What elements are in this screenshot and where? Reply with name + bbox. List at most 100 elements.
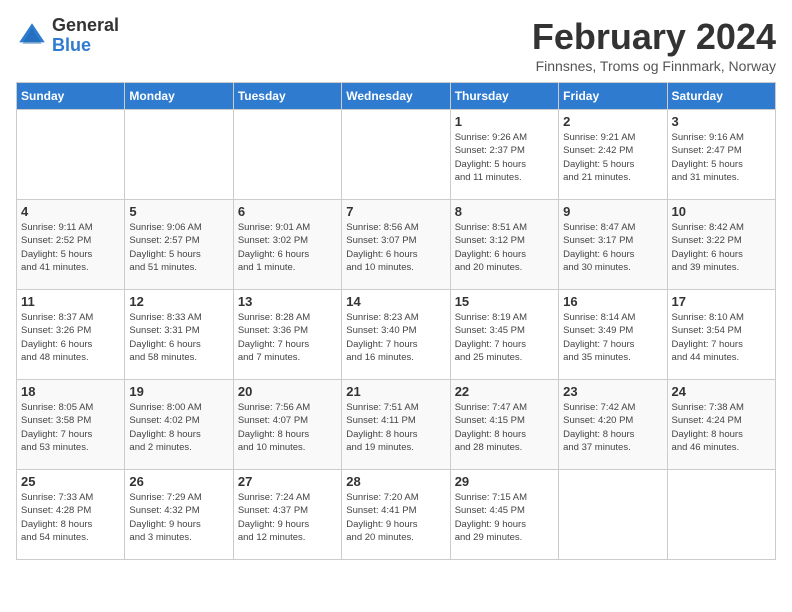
calendar-cell (667, 470, 775, 560)
logo-general-text: General (52, 16, 119, 36)
day-number: 11 (21, 294, 120, 309)
day-number: 3 (672, 114, 771, 129)
calendar-week-row: 1 Sunrise: 9:26 AM Sunset: 2:37 PM Daylig… (17, 110, 776, 200)
day-info: Sunrise: 8:56 AM Sunset: 3:07 PM Dayligh… (346, 221, 445, 274)
day-number: 4 (21, 204, 120, 219)
calendar-cell: 7 Sunrise: 8:56 AM Sunset: 3:07 PM Daylig… (342, 200, 450, 290)
calendar-cell: 22 Sunrise: 7:47 AM Sunset: 4:15 PM Dayli… (450, 380, 558, 470)
logo: General Blue (16, 16, 119, 56)
day-number: 12 (129, 294, 228, 309)
day-info: Sunrise: 8:28 AM Sunset: 3:36 PM Dayligh… (238, 311, 337, 364)
day-info: Sunrise: 7:56 AM Sunset: 4:07 PM Dayligh… (238, 401, 337, 454)
day-info: Sunrise: 7:20 AM Sunset: 4:41 PM Dayligh… (346, 491, 445, 544)
header-row: SundayMondayTuesdayWednesdayThursdayFrid… (17, 83, 776, 110)
calendar-header: SundayMondayTuesdayWednesdayThursdayFrid… (17, 83, 776, 110)
logo-icon (16, 20, 48, 52)
logo-blue-text: Blue (52, 36, 119, 56)
calendar-cell: 18 Sunrise: 8:05 AM Sunset: 3:58 PM Dayli… (17, 380, 125, 470)
day-info: Sunrise: 7:47 AM Sunset: 4:15 PM Dayligh… (455, 401, 554, 454)
calendar-cell: 5 Sunrise: 9:06 AM Sunset: 2:57 PM Daylig… (125, 200, 233, 290)
calendar-cell: 24 Sunrise: 7:38 AM Sunset: 4:24 PM Dayli… (667, 380, 775, 470)
day-info: Sunrise: 9:26 AM Sunset: 2:37 PM Dayligh… (455, 131, 554, 184)
day-info: Sunrise: 7:29 AM Sunset: 4:32 PM Dayligh… (129, 491, 228, 544)
day-info: Sunrise: 8:37 AM Sunset: 3:26 PM Dayligh… (21, 311, 120, 364)
day-number: 5 (129, 204, 228, 219)
day-of-week-header: Tuesday (233, 83, 341, 110)
day-info: Sunrise: 8:00 AM Sunset: 4:02 PM Dayligh… (129, 401, 228, 454)
day-info: Sunrise: 9:16 AM Sunset: 2:47 PM Dayligh… (672, 131, 771, 184)
day-number: 14 (346, 294, 445, 309)
calendar-cell (233, 110, 341, 200)
day-number: 8 (455, 204, 554, 219)
header: General Blue February 2024 Finnsnes, Tro… (16, 16, 776, 74)
day-info: Sunrise: 8:14 AM Sunset: 3:49 PM Dayligh… (563, 311, 662, 364)
day-info: Sunrise: 8:19 AM Sunset: 3:45 PM Dayligh… (455, 311, 554, 364)
title-section: February 2024 Finnsnes, Troms og Finnmar… (532, 16, 776, 74)
day-number: 28 (346, 474, 445, 489)
day-number: 27 (238, 474, 337, 489)
day-info: Sunrise: 8:05 AM Sunset: 3:58 PM Dayligh… (21, 401, 120, 454)
day-of-week-header: Thursday (450, 83, 558, 110)
calendar-cell (559, 470, 667, 560)
calendar-cell: 1 Sunrise: 9:26 AM Sunset: 2:37 PM Daylig… (450, 110, 558, 200)
day-number: 29 (455, 474, 554, 489)
calendar-cell: 8 Sunrise: 8:51 AM Sunset: 3:12 PM Daylig… (450, 200, 558, 290)
calendar-cell: 4 Sunrise: 9:11 AM Sunset: 2:52 PM Daylig… (17, 200, 125, 290)
day-info: Sunrise: 8:10 AM Sunset: 3:54 PM Dayligh… (672, 311, 771, 364)
day-info: Sunrise: 9:11 AM Sunset: 2:52 PM Dayligh… (21, 221, 120, 274)
calendar-week-row: 18 Sunrise: 8:05 AM Sunset: 3:58 PM Dayli… (17, 380, 776, 470)
day-number: 10 (672, 204, 771, 219)
calendar-cell: 13 Sunrise: 8:28 AM Sunset: 3:36 PM Dayli… (233, 290, 341, 380)
calendar-cell: 14 Sunrise: 8:23 AM Sunset: 3:40 PM Dayli… (342, 290, 450, 380)
day-info: Sunrise: 9:21 AM Sunset: 2:42 PM Dayligh… (563, 131, 662, 184)
day-of-week-header: Wednesday (342, 83, 450, 110)
day-info: Sunrise: 9:06 AM Sunset: 2:57 PM Dayligh… (129, 221, 228, 274)
calendar-cell: 15 Sunrise: 8:19 AM Sunset: 3:45 PM Dayli… (450, 290, 558, 380)
day-number: 16 (563, 294, 662, 309)
day-of-week-header: Sunday (17, 83, 125, 110)
day-number: 24 (672, 384, 771, 399)
calendar-cell: 27Sunrise: 7:24 AM Sunset: 4:37 PM Dayli… (233, 470, 341, 560)
calendar-cell: 3 Sunrise: 9:16 AM Sunset: 2:47 PM Daylig… (667, 110, 775, 200)
day-info: Sunrise: 8:42 AM Sunset: 3:22 PM Dayligh… (672, 221, 771, 274)
day-number: 18 (21, 384, 120, 399)
day-number: 17 (672, 294, 771, 309)
day-number: 20 (238, 384, 337, 399)
month-title: February 2024 (532, 16, 776, 58)
calendar: SundayMondayTuesdayWednesdayThursdayFrid… (16, 82, 776, 560)
day-of-week-header: Friday (559, 83, 667, 110)
day-number: 9 (563, 204, 662, 219)
calendar-body: 1 Sunrise: 9:26 AM Sunset: 2:37 PM Daylig… (17, 110, 776, 560)
calendar-cell: 9Sunrise: 8:47 AM Sunset: 3:17 PM Daylig… (559, 200, 667, 290)
day-of-week-header: Saturday (667, 83, 775, 110)
day-info: Sunrise: 8:51 AM Sunset: 3:12 PM Dayligh… (455, 221, 554, 274)
day-number: 22 (455, 384, 554, 399)
day-number: 6 (238, 204, 337, 219)
calendar-week-row: 4 Sunrise: 9:11 AM Sunset: 2:52 PM Daylig… (17, 200, 776, 290)
day-info: Sunrise: 7:38 AM Sunset: 4:24 PM Dayligh… (672, 401, 771, 454)
day-info: Sunrise: 8:23 AM Sunset: 3:40 PM Dayligh… (346, 311, 445, 364)
day-info: Sunrise: 7:51 AM Sunset: 4:11 PM Dayligh… (346, 401, 445, 454)
calendar-cell: 6Sunrise: 9:01 AM Sunset: 3:02 PM Daylig… (233, 200, 341, 290)
day-info: Sunrise: 8:33 AM Sunset: 3:31 PM Dayligh… (129, 311, 228, 364)
location-subtitle: Finnsnes, Troms og Finnmark, Norway (532, 58, 776, 74)
calendar-week-row: 25Sunrise: 7:33 AM Sunset: 4:28 PM Dayli… (17, 470, 776, 560)
day-number: 1 (455, 114, 554, 129)
calendar-cell: 17 Sunrise: 8:10 AM Sunset: 3:54 PM Dayli… (667, 290, 775, 380)
calendar-cell: 29 Sunrise: 7:15 AM Sunset: 4:45 PM Dayli… (450, 470, 558, 560)
calendar-cell: 19Sunrise: 8:00 AM Sunset: 4:02 PM Dayli… (125, 380, 233, 470)
day-number: 7 (346, 204, 445, 219)
calendar-cell: 26Sunrise: 7:29 AM Sunset: 4:32 PM Dayli… (125, 470, 233, 560)
day-info: Sunrise: 7:15 AM Sunset: 4:45 PM Dayligh… (455, 491, 554, 544)
calendar-cell: 20 Sunrise: 7:56 AM Sunset: 4:07 PM Dayli… (233, 380, 341, 470)
calendar-cell: 2 Sunrise: 9:21 AM Sunset: 2:42 PM Daylig… (559, 110, 667, 200)
calendar-cell: 11 Sunrise: 8:37 AM Sunset: 3:26 PM Dayli… (17, 290, 125, 380)
logo-text: General Blue (52, 16, 119, 56)
day-of-week-header: Monday (125, 83, 233, 110)
day-number: 15 (455, 294, 554, 309)
calendar-cell (125, 110, 233, 200)
day-number: 13 (238, 294, 337, 309)
day-info: Sunrise: 7:33 AM Sunset: 4:28 PM Dayligh… (21, 491, 120, 544)
day-number: 2 (563, 114, 662, 129)
day-info: Sunrise: 7:42 AM Sunset: 4:20 PM Dayligh… (563, 401, 662, 454)
